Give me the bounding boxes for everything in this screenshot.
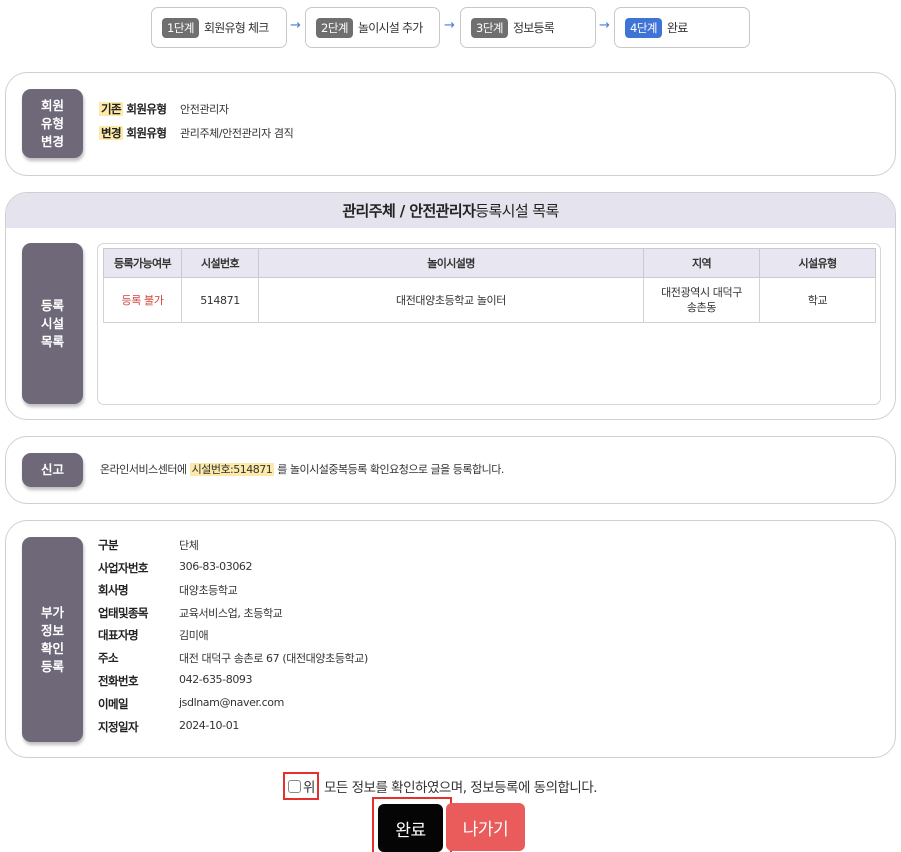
info-value: 306-83-03062 [179, 560, 253, 573]
step-progress: 1단계 회원유형 체크 → 2단계 놀이시설 추가 → 3단계 정보등록 → 4… [151, 7, 751, 48]
step-badge: 2단계 [316, 17, 353, 38]
new-key: 회원유형 [126, 126, 167, 140]
member-row-new: 변경 회원유형 관리주체/안전관리자 겸직 [99, 125, 294, 141]
done-button[interactable]: 완료 [378, 804, 443, 852]
exit-button[interactable]: 나가기 [446, 803, 525, 851]
extra-info-label: 부가 정보 확인 등록 [22, 537, 83, 742]
report-text-before: 온라인서비스센터에 [100, 463, 190, 476]
registration-panel: 관리주체 / 안전관리자 등록시설 목록 등록 시설 목록 등록가능여부 시설번… [5, 192, 896, 420]
report-highlight: 시설번호:514871 [189, 463, 275, 476]
arrow-right-icon: → [599, 18, 610, 33]
registration-title-rest: 등록시설 목록 [475, 202, 559, 220]
info-key: 이메일 [98, 697, 129, 711]
info-key: 전화번호 [98, 674, 139, 688]
facility-table-box: 등록가능여부 시설번호 놀이시설명 지역 시설유형 등록 불가 514871 대… [97, 243, 881, 405]
info-row: 업태및종목 교육서비스업, 초등학교 [98, 605, 283, 621]
old-key: 회원유형 [126, 102, 167, 116]
col-region: 지역 [643, 248, 760, 278]
info-value: 단체 [179, 539, 199, 552]
extra-info-panel: 부가 정보 확인 등록 구분 단체 사업자번호 306-83-03062 회사명 대양… [5, 520, 896, 758]
step-1: 1단계 회원유형 체크 [151, 7, 287, 48]
step-2: 2단계 놀이시설 추가 [305, 7, 440, 48]
agree-checkbox-wrap[interactable]: 위 [283, 772, 319, 800]
info-row: 전화번호 042-635-8093 [98, 673, 253, 689]
member-row-old: 기존 회원유형 안전관리자 [99, 101, 229, 117]
info-value: 2024-10-01 [179, 719, 239, 732]
info-value: 김미애 [179, 629, 209, 642]
info-value: 교육서비스업, 초등학교 [179, 607, 283, 620]
info-row: 구분 단체 [98, 537, 199, 553]
member-change-label: 회원 유형 변경 [22, 89, 83, 158]
info-key: 지정일자 [98, 720, 139, 734]
registration-title: 관리주체 / 안전관리자 등록시설 목록 [6, 193, 895, 228]
table-row: 등록 불가 514871 대전대양초등학교 놀이터 대전광역시 대덕구 송촌동 … [103, 277, 876, 323]
new-tag: 변경 [99, 126, 123, 140]
info-row: 사업자번호 306-83-03062 [98, 560, 253, 576]
info-key: 구분 [98, 538, 119, 552]
step-label: 정보등록 [512, 21, 555, 35]
info-row: 이메일 jsdlnam@naver.com [98, 696, 284, 712]
step-label: 완료 [666, 21, 688, 35]
col-type: 시설유형 [759, 248, 876, 278]
report-text-after: 를 놀이시설중복등록 확인요청으로 글을 등록합니다. [274, 463, 504, 476]
info-key: 사업자번호 [98, 561, 149, 575]
col-name: 놀이시설명 [258, 248, 644, 278]
cell-name: 대전대양초등학교 놀이터 [258, 277, 644, 323]
agree-row: 위 모든 정보를 확인하였으며, 정보등록에 동의합니다. [283, 772, 598, 800]
cell-type: 학교 [759, 277, 876, 323]
report-text: 온라인서비스센터에 시설번호:514871 를 놀이시설중복등록 확인요청으로 … [100, 461, 504, 477]
report-label: 신고 [22, 453, 83, 487]
info-key: 업태및종목 [98, 606, 149, 620]
step-badge: 4단계 [625, 17, 662, 38]
step-badge: 1단계 [162, 17, 199, 38]
report-panel: 신고 온라인서비스센터에 시설번호:514871 를 놀이시설중복등록 확인요청… [5, 436, 896, 504]
arrow-right-icon: → [290, 18, 301, 33]
cell-region: 대전광역시 대덕구 송촌동 [643, 277, 760, 323]
cell-status: 등록 불가 [103, 277, 182, 323]
step-3: 3단계 정보등록 [460, 7, 596, 48]
info-row: 대표자명 김미애 [98, 627, 209, 643]
info-key: 대표자명 [98, 628, 139, 642]
member-change-panel: 회원 유형 변경 기존 회원유형 안전관리자 변경 회원유형 관리주체/안전관리… [5, 72, 896, 176]
info-row: 지정일자 2024-10-01 [98, 719, 239, 735]
info-key: 회사명 [98, 583, 129, 597]
info-row: 회사명 대양초등학교 [98, 582, 238, 598]
agree-prefix: 위 [303, 780, 315, 796]
step-4: 4단계 완료 [614, 7, 750, 48]
arrow-right-icon: → [444, 18, 455, 33]
old-value: 안전관리자 [180, 103, 229, 116]
new-value: 관리주체/안전관리자 겸직 [180, 127, 294, 140]
facility-table: 등록가능여부 시설번호 놀이시설명 지역 시설유형 등록 불가 514871 대… [103, 248, 876, 323]
col-number: 시설번호 [181, 248, 259, 278]
old-tag: 기존 [99, 102, 123, 116]
step-badge: 3단계 [471, 17, 508, 38]
agree-checkbox[interactable] [288, 779, 301, 793]
agree-text: 모든 정보를 확인하였으며, 정보등록에 동의합니다. [324, 780, 598, 796]
registration-label: 등록 시설 목록 [22, 243, 83, 404]
info-value: 대전 대덕구 송촌로 67 (대전대양초등학교) [179, 652, 368, 665]
info-key: 주소 [98, 651, 119, 665]
info-value: 042-635-8093 [179, 673, 253, 686]
registration-title-bold: 관리주체 / 안전관리자 [342, 202, 476, 220]
cell-number: 514871 [181, 277, 259, 323]
info-row: 주소 대전 대덕구 송촌로 67 (대전대양초등학교) [98, 650, 368, 666]
info-value: 대양초등학교 [179, 584, 238, 597]
step-label: 회원유형 체크 [203, 21, 269, 35]
col-status: 등록가능여부 [103, 248, 182, 278]
step-label: 놀이시설 추가 [357, 21, 423, 35]
info-value: jsdlnam@naver.com [179, 696, 284, 709]
